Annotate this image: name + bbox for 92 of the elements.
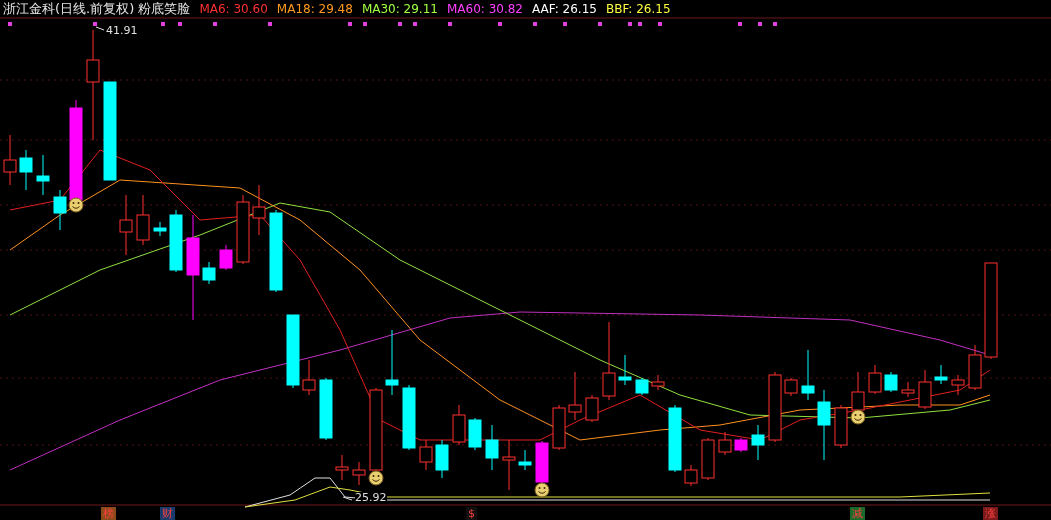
candlestick — [618, 354, 632, 386]
indicator-value: MA30: 29.11 — [361, 2, 438, 16]
candlestick — [934, 364, 948, 385]
candlestick — [136, 194, 150, 246]
signal-mark — [598, 22, 602, 26]
signal-mark — [758, 22, 762, 26]
signal-mark — [413, 22, 417, 26]
candlestick — [502, 439, 516, 491]
signal-mark — [563, 22, 567, 26]
candlestick — [868, 364, 882, 395]
candlestick — [684, 464, 698, 487]
indicator-value: MA18: 29.48 — [276, 2, 353, 16]
signal-mark — [213, 22, 217, 26]
signal-mark — [533, 22, 537, 26]
leader-line — [342, 496, 353, 501]
signal-marker: 涨 — [983, 507, 998, 520]
smiley-icon — [68, 197, 84, 213]
candlestick — [153, 221, 167, 237]
smiley-icon — [534, 482, 550, 498]
signal-mark — [93, 22, 97, 26]
candlestick — [834, 404, 848, 449]
candlestick — [817, 389, 831, 461]
candlestick — [385, 329, 399, 396]
signal-mark — [398, 22, 402, 26]
signal-mark — [628, 22, 632, 26]
candlestick — [36, 154, 50, 196]
candlestick — [485, 424, 499, 471]
candlestick — [968, 344, 982, 391]
leader-line — [95, 26, 105, 31]
high-price-label: 41.91 — [106, 24, 138, 37]
signal-mark — [363, 22, 367, 26]
candlestick — [951, 374, 965, 396]
candlestick — [202, 261, 216, 285]
candlestick — [236, 194, 250, 265]
chart-title: 浙江金科(日线.前复权) 粉底笑脸 — [3, 0, 191, 18]
signal-mark — [8, 22, 12, 26]
candlestick — [668, 404, 682, 473]
signal-mark — [498, 22, 502, 26]
signal-mark — [178, 22, 182, 26]
candlestick — [53, 189, 67, 231]
candlestick — [552, 404, 566, 451]
signal-marker: 减 — [850, 507, 865, 520]
candlestick — [801, 349, 815, 401]
indicator-value: MA60: 30.82 — [446, 2, 523, 16]
smiley-icon — [368, 470, 384, 486]
candlestick — [3, 134, 17, 186]
signal-mark — [658, 22, 662, 26]
candlestick — [352, 461, 366, 486]
candlestick — [784, 377, 798, 397]
candlestick — [419, 439, 433, 471]
candlestick — [751, 424, 765, 461]
candlestick — [452, 404, 466, 446]
candlestick — [884, 371, 898, 393]
smiley-icon — [850, 409, 866, 425]
candlestick — [718, 431, 732, 456]
candlestick — [734, 437, 748, 453]
candlestick — [119, 194, 133, 256]
candlestick — [252, 184, 266, 236]
signal-mark — [348, 22, 352, 26]
candlestick — [651, 374, 665, 391]
candlestick — [568, 371, 582, 421]
indicator-value: MA6: 30.60 — [199, 2, 268, 16]
candlestick — [635, 377, 649, 396]
signal-mark — [738, 22, 742, 26]
signal-mark — [268, 22, 272, 26]
candlestick — [435, 439, 449, 479]
candlestick — [319, 377, 333, 441]
candlestick — [851, 371, 865, 413]
candlestick — [585, 394, 599, 423]
signal-mark — [638, 22, 642, 26]
signal-mark — [161, 22, 165, 26]
candlestick — [701, 437, 715, 481]
candlestick — [302, 359, 316, 396]
candlestick — [768, 371, 782, 443]
signal-mark — [773, 22, 777, 26]
signal-marker: 榜 — [101, 507, 116, 520]
candlestick — [19, 149, 33, 191]
signal-marker: 财 — [160, 507, 175, 520]
indicator-value: AAF: 26.15 — [532, 2, 597, 16]
candlestick — [468, 417, 482, 451]
signal-marker: $ — [466, 507, 477, 520]
candlestick — [335, 454, 349, 481]
candlestick — [219, 244, 233, 271]
indicator-value: BBF: 26.15 — [605, 2, 671, 16]
candlestick — [169, 209, 183, 273]
candlestick — [901, 381, 915, 398]
candlestick — [535, 440, 549, 485]
candlestick — [918, 369, 932, 410]
low-price-label: 25.92 — [355, 492, 387, 504]
signal-mark — [448, 22, 452, 26]
candlestick — [402, 384, 416, 451]
candlestick — [518, 449, 532, 471]
